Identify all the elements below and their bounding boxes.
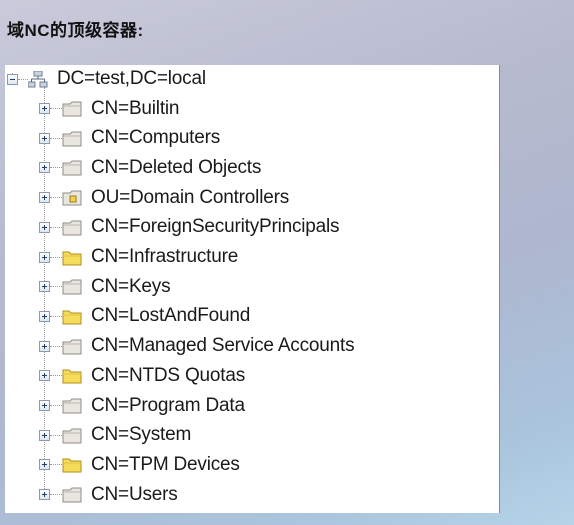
tree-node-item[interactable]: CN=ForeignSecurityPrincipals xyxy=(39,213,340,241)
tree-connector xyxy=(50,345,62,347)
container-icon xyxy=(62,130,82,147)
tree-connector xyxy=(50,434,62,436)
tree-node-label: CN=Builtin xyxy=(91,97,180,119)
container-icon xyxy=(62,100,82,117)
tree-node-item[interactable]: CN=Builtin xyxy=(39,95,179,123)
tree-connector xyxy=(50,315,62,317)
tree-node-label: CN=Managed Service Accounts xyxy=(91,335,355,357)
tree-connector xyxy=(50,494,62,496)
expand-icon[interactable] xyxy=(39,251,50,263)
tree-node-item[interactable]: CN=Computers xyxy=(39,124,220,152)
tree-connector xyxy=(50,108,62,109)
expand-icon[interactable] xyxy=(39,489,50,501)
tree-connector xyxy=(50,464,62,466)
tree-node-item[interactable]: OU=Domain Controllers xyxy=(39,184,289,212)
container-icon xyxy=(62,278,82,295)
container-icon xyxy=(62,397,82,414)
collapse-icon[interactable] xyxy=(7,73,18,85)
tree-node-label: CN=Deleted Objects xyxy=(91,156,262,178)
container-icon xyxy=(62,159,82,176)
folder-icon xyxy=(62,367,82,384)
tree-node-root[interactable]: DC=test,DC=local xyxy=(7,65,206,93)
expand-icon[interactable] xyxy=(39,281,50,293)
tree-connector xyxy=(18,78,28,80)
tree-node-item[interactable]: CN=Keys xyxy=(39,273,171,301)
expand-icon[interactable] xyxy=(39,103,50,114)
tree-node-label: OU=Domain Controllers xyxy=(91,186,290,208)
tree-node-label: CN=TPM Devices xyxy=(91,453,240,475)
tree-node-label: DC=test,DC=local xyxy=(57,68,206,89)
tree-connector xyxy=(50,167,62,169)
tree-node-label: CN=NTDS Quotas xyxy=(91,364,245,386)
tree-node-label: CN=Users xyxy=(91,483,178,505)
tree-node-item[interactable]: CN=Managed Service Accounts xyxy=(39,332,355,360)
expand-icon[interactable] xyxy=(39,221,50,233)
tree-node-label: CN=System xyxy=(91,424,192,446)
tree-connector xyxy=(50,405,62,406)
container-icon xyxy=(62,486,82,503)
tree-connector xyxy=(50,137,62,139)
tree-connector xyxy=(50,375,62,377)
tree-node-item[interactable]: CN=Infrastructure xyxy=(39,243,238,271)
expand-icon[interactable] xyxy=(39,162,50,174)
tree-node-item[interactable]: CN=Program Data xyxy=(39,392,245,420)
tree-node-item[interactable]: CN=System xyxy=(39,421,191,449)
tree-connector xyxy=(50,197,62,199)
expand-icon[interactable] xyxy=(39,400,50,411)
tree-connector xyxy=(50,226,62,228)
tree-node-item[interactable]: CN=TPM Devices xyxy=(39,451,240,479)
tree-node-label: CN=Computers xyxy=(91,127,221,149)
container-icon xyxy=(62,427,82,444)
tree-node-item[interactable]: CN=LostAndFound xyxy=(39,302,250,330)
expand-icon[interactable] xyxy=(39,370,50,382)
ou-icon xyxy=(62,189,82,206)
tree-node-item[interactable]: CN=Deleted Objects xyxy=(39,154,261,182)
folder-icon xyxy=(62,249,82,266)
expand-icon[interactable] xyxy=(39,429,50,441)
tree-node-label: CN=Program Data xyxy=(91,394,245,416)
tree-node-item[interactable]: CN=NTDS Quotas xyxy=(39,362,245,390)
tree-connector xyxy=(50,286,62,288)
tree-node-label: CN=Keys xyxy=(91,275,171,297)
page-heading: 域NC的顶级容器: xyxy=(7,21,144,40)
expand-icon[interactable] xyxy=(39,192,50,204)
tree-node-label: CN=ForeignSecurityPrincipals xyxy=(91,216,340,238)
folder-icon xyxy=(62,456,82,473)
expand-icon[interactable] xyxy=(39,132,50,144)
container-icon xyxy=(62,338,82,355)
tree-connector xyxy=(50,256,62,258)
tree-view[interactable]: DC=test,DC=local CN=Builtin CN=Computers C… xyxy=(5,65,500,513)
tree-node-label: CN=LostAndFound xyxy=(91,305,251,327)
folder-icon xyxy=(62,308,82,325)
expand-icon[interactable] xyxy=(39,459,50,471)
expand-icon[interactable] xyxy=(39,310,50,322)
expand-icon[interactable] xyxy=(39,340,50,352)
domain-icon xyxy=(27,70,48,88)
tree-node-label: CN=Infrastructure xyxy=(91,246,239,267)
container-icon xyxy=(62,219,82,236)
tree-node-item[interactable]: CN=Users xyxy=(39,481,178,509)
